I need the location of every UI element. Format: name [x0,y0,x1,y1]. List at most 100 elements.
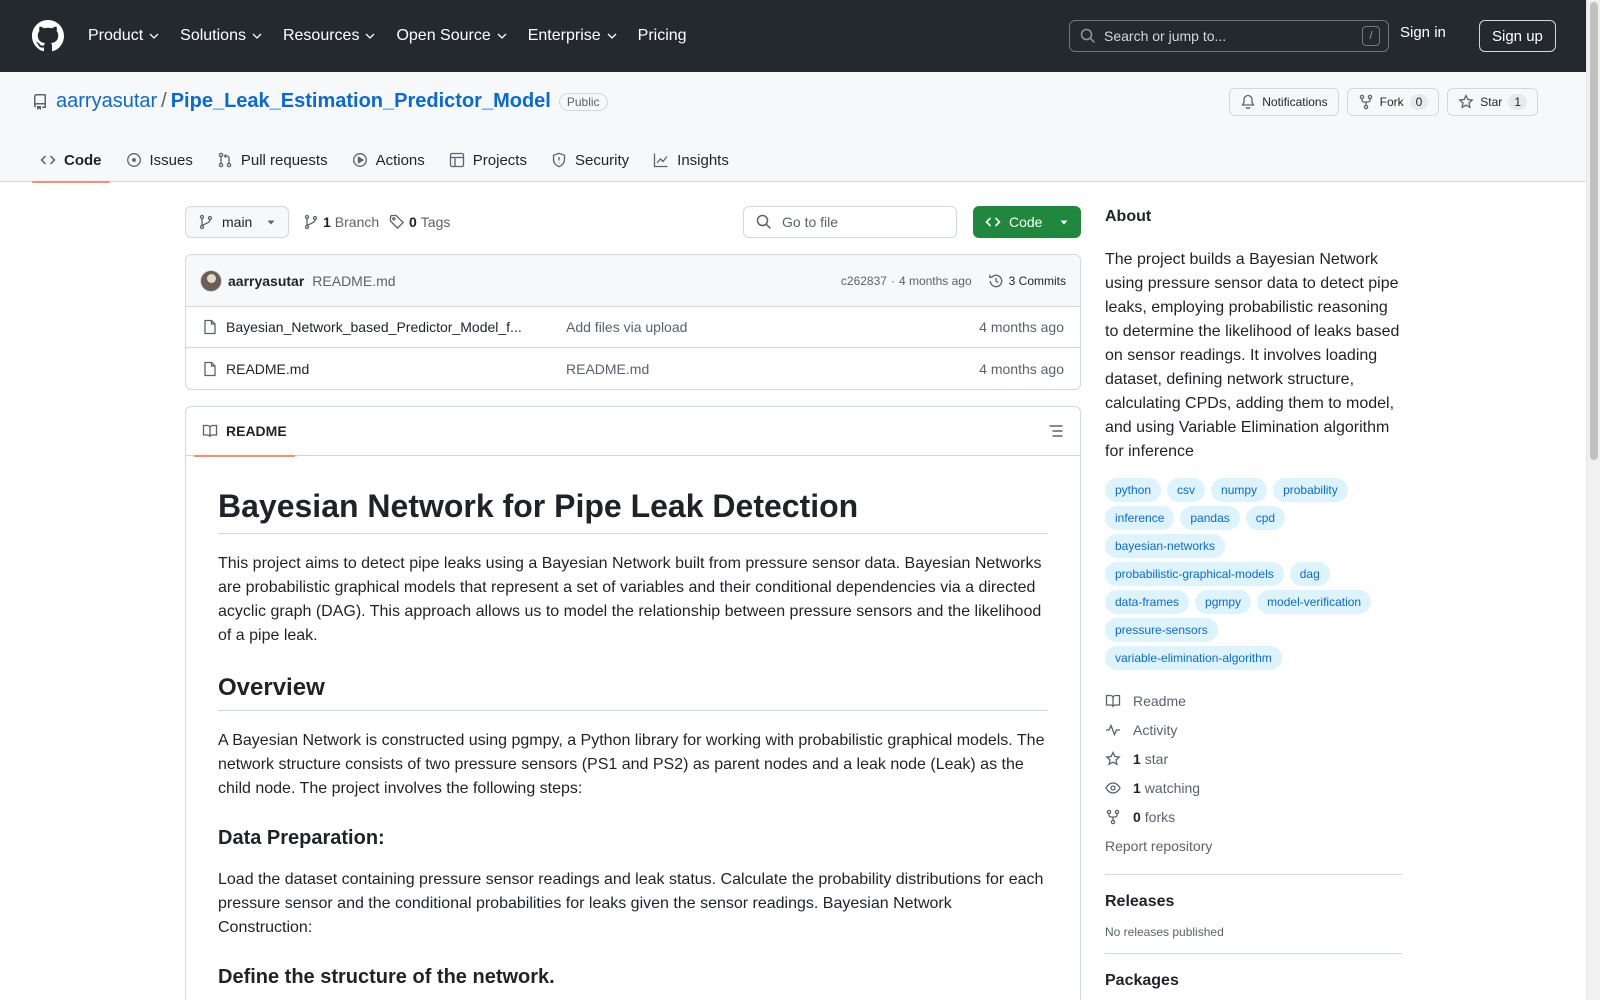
file-browser: aarryasutar README.md c262837 · 4 months… [185,254,1081,390]
topic-tag[interactable]: bayesian-networks [1105,534,1226,558]
go-to-file-placeholder: Go to file [782,214,839,230]
tab-security[interactable]: Security [543,138,637,182]
page-scrollbar[interactable] [1586,0,1600,1000]
tab-code-label: Code [64,151,102,169]
topic-tag[interactable]: data-frames [1105,590,1190,614]
nav-open-source[interactable]: Open Source [396,18,517,54]
topic-tag[interactable]: pressure-sensors [1105,618,1218,642]
file-name-link[interactable]: Bayesian_Network_based_Predictor_Model_f… [226,319,556,335]
commit-hash-link[interactable]: c262837 [841,274,887,288]
nav-solutions[interactable]: Solutions [180,18,273,54]
nav-enterprise[interactable]: Enterprise [528,18,628,54]
packages-heading[interactable]: Packages [1105,972,1402,990]
sign-in-link[interactable]: Sign in [1400,24,1446,41]
issue-icon [126,153,141,167]
topic-tag[interactable]: pgmpy [1195,590,1252,614]
topic-tag[interactable]: variable-elimination-algorithm [1105,646,1282,670]
avatar[interactable] [200,269,222,292]
repo-header: aarryasutar / Pipe_Leak_Estimation_Predi… [0,72,1586,183]
play-icon [352,153,367,167]
github-logo-icon[interactable] [32,20,64,52]
tab-pull-requests[interactable]: Pull requests [209,138,336,182]
nav-resources[interactable]: Resources [283,18,386,54]
star-button[interactable]: Star 1 [1447,88,1538,116]
repo-name-link[interactable]: Pipe_Leak_Estimation_Predictor_Model [171,90,551,113]
nav-solutions-label: Solutions [180,27,246,44]
repo-sidebar: About The project builds a Bayesian Netw… [1105,208,1402,1000]
code-icon [40,155,56,165]
star-icon [1458,94,1474,109]
list-outline-icon[interactable] [1048,423,1064,439]
file-commit-link[interactable]: README.md [566,361,649,377]
scrollbar-thumb[interactable] [1590,2,1598,460]
report-repository-link[interactable]: Report repository [1105,831,1402,860]
global-search-input[interactable]: Search or jump to... / [1069,20,1389,52]
file-commit-link[interactable]: Add files via upload [566,319,687,335]
latest-commit-row: aarryasutar README.md c262837 · 4 months… [186,255,1080,307]
code-button[interactable]: Code [973,206,1081,238]
nav-product-label: Product [88,27,144,44]
tags-link[interactable]: 0 Tags [389,214,450,230]
forks-link[interactable]: 0 forks [1105,802,1402,831]
file-name-link[interactable]: README.md [226,361,556,377]
pull-request-icon [218,152,232,168]
branches-link[interactable]: 1 Branch [303,214,379,230]
search-icon [1080,28,1096,44]
fork-button[interactable]: Fork 0 [1346,88,1440,116]
sign-up-button[interactable]: Sign up [1479,20,1556,52]
releases-heading[interactable]: Releases [1105,893,1402,911]
topic-tag[interactable]: numpy [1211,478,1268,502]
nav-product[interactable]: Product [88,18,170,54]
commit-dot: · [890,273,895,288]
code-button-label: Code [1009,214,1043,230]
topic-tag[interactable]: probabilistic-graphical-models [1105,562,1284,586]
activity-link[interactable]: Activity [1105,715,1402,744]
tab-code[interactable]: Code [32,138,110,183]
table-icon [449,152,464,168]
notifications-button[interactable]: Notifications [1229,88,1339,116]
tab-insights[interactable]: Insights [645,138,737,182]
branch-selector[interactable]: main [185,206,289,238]
repo-tabs: Code Issues Pull requests Actions Projec… [32,138,745,183]
star-icon [1105,750,1121,766]
topic-tag[interactable]: python [1105,478,1162,502]
topic-tag[interactable]: csv [1167,478,1206,502]
readme-link[interactable]: Readme [1105,686,1402,715]
readme-link-label: Readme [1133,692,1186,709]
repo-icon [34,93,46,110]
bell-icon [1241,94,1255,110]
nav-pricing[interactable]: Pricing [638,18,697,54]
sidebar-divider [1105,953,1402,954]
commit-message-link[interactable]: README.md [312,273,395,289]
topic-tag[interactable]: inference [1105,506,1175,530]
stars-link[interactable]: 1 star [1105,744,1402,773]
tab-projects[interactable]: Projects [441,138,535,182]
notifications-label: Notifications [1262,95,1328,109]
repo-owner-link[interactable]: aarryasutar [56,90,157,113]
file-row[interactable]: Bayesian_Network_based_Predictor_Model_f… [186,307,1080,348]
watchers-link[interactable]: 1 watching [1105,773,1402,802]
chevron-down-icon [252,33,262,39]
tab-actions[interactable]: Actions [344,138,433,182]
code-icon [985,217,1001,227]
file-row[interactable]: README.md README.md 4 months ago [186,348,1080,389]
commit-author-link[interactable]: aarryasutar [228,273,304,289]
readme-tab[interactable]: README [194,407,295,457]
tab-insights-label: Insights [677,151,729,169]
fork-label: Fork [1379,95,1404,109]
file-age: 4 months ago [979,360,1064,377]
topic-tag[interactable]: model-verification [1257,590,1372,614]
tab-issues[interactable]: Issues [118,138,201,182]
topic-tag[interactable]: pandas [1180,506,1240,530]
topic-tag[interactable]: dag [1289,562,1330,586]
search-icon [756,214,772,230]
branch-icon [304,214,318,230]
tab-pull-requests-label: Pull requests [240,151,328,169]
go-to-file-input[interactable]: Go to file [743,206,957,238]
file-age: 4 months ago [979,319,1064,335]
topic-tag[interactable]: probability [1273,478,1348,502]
topic-tag[interactable]: cpd [1245,506,1286,530]
commits-history-link[interactable]: 3 Commits [988,273,1066,289]
main-content: main 1 Branch 0 Tags Go to file Code aar… [185,200,1081,1000]
stars-count: 1 [1133,750,1141,767]
